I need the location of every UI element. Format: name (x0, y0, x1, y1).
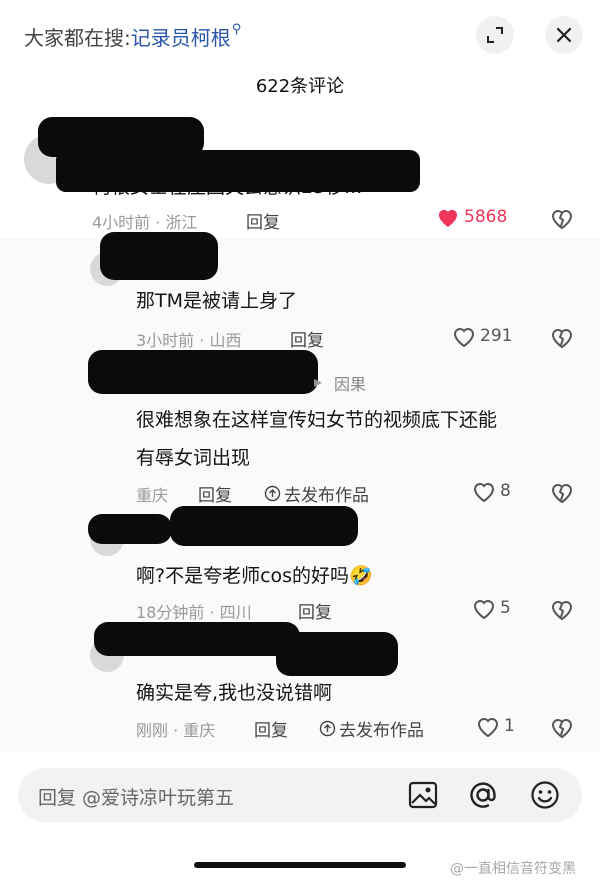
reply-section: 那TM是被请上身了 3小时前 · 山西 回复 291 ▸ 因果 很难想象在这样宣… (0, 232, 600, 752)
like-button[interactable]: 1 (476, 715, 515, 737)
reply-target[interactable]: 因果 (334, 371, 366, 395)
broken-heart-icon (551, 601, 573, 621)
like-button[interactable]: 291 (452, 325, 512, 347)
like-button[interactable]: 5 (472, 597, 511, 619)
search-keyword[interactable]: 记录员柯根 (131, 26, 231, 50)
broken-heart-icon (551, 484, 573, 504)
heart-filled-icon (439, 210, 457, 227)
redaction (88, 350, 318, 394)
heart-outline-icon (473, 483, 495, 502)
like-button[interactable]: 8 (472, 480, 511, 502)
heart-outline-icon (477, 718, 499, 737)
like-count: 5 (500, 598, 511, 618)
publish-label: 去发布作品 (339, 721, 424, 741)
fullscreen-icon (487, 27, 503, 43)
reply-button[interactable]: 回复 (298, 598, 332, 623)
comment-meta: 18分钟前 · 四川 (136, 603, 252, 622)
image-icon (408, 781, 438, 809)
redaction (88, 514, 172, 544)
search-prefix: 大家都在搜: (24, 26, 131, 50)
like-count: 1 (504, 716, 515, 736)
comment-count: 622条评论 (255, 76, 345, 97)
comment-text[interactable]: 那TM是被请上身了 (136, 286, 297, 313)
top-bar: 大家都在搜:记录员柯根⚲ (0, 0, 600, 70)
emoji-button[interactable] (528, 778, 562, 812)
like-count: 8 (500, 481, 511, 501)
watermark: @一直相信音符变黑 (450, 861, 576, 877)
reply-button[interactable]: 回复 (254, 716, 288, 741)
broken-heart-icon (551, 719, 573, 739)
dislike-button[interactable] (550, 326, 574, 352)
emoji-icon (531, 781, 559, 809)
comment-text[interactable]: 很难想象在这样宣传妇女节的视频底下还能 (136, 405, 497, 432)
reply-arrow: ▸ (314, 372, 323, 391)
publish-button[interactable]: 去发布作品 (264, 481, 369, 506)
heart-outline-icon (453, 328, 475, 347)
reply-button[interactable]: 回复 (290, 326, 324, 351)
like-count: 291 (480, 326, 513, 346)
laughing-emoji: 🤣 (349, 565, 373, 587)
comment-text-content: 啊?不是夸老师cos的好吗 (136, 565, 350, 587)
close-button[interactable] (545, 16, 583, 54)
redaction (56, 150, 420, 192)
broken-heart-icon (551, 210, 573, 230)
heart-outline-icon (473, 600, 495, 619)
close-icon (556, 27, 572, 43)
reply-input[interactable]: 回复 @爱诗凉叶玩第五 (38, 783, 234, 810)
publish-label: 去发布作品 (284, 486, 369, 506)
upload-icon (264, 485, 281, 502)
dislike-button[interactable] (550, 481, 574, 507)
at-icon (470, 782, 496, 808)
image-button[interactable] (406, 778, 440, 812)
like-count: 5868 (464, 207, 508, 227)
comment-text[interactable]: 有辱女词出现 (136, 443, 250, 470)
comment-meta: 刚刚 · 重庆 (136, 721, 216, 740)
reply-button[interactable]: 回复 (198, 481, 232, 506)
broken-heart-icon (551, 329, 573, 349)
dislike-button[interactable] (550, 716, 574, 742)
redaction (276, 632, 398, 676)
dislike-button[interactable] (550, 598, 574, 624)
dislike-button[interactable] (550, 207, 574, 233)
upload-icon (319, 720, 336, 737)
mention-button[interactable] (466, 778, 500, 812)
like-button[interactable]: 5868 (436, 206, 507, 228)
fullscreen-button[interactable] (476, 16, 514, 54)
comment-meta: 3小时前 · 山西 (136, 331, 242, 350)
reply-input-bar[interactable]: 回复 @爱诗凉叶玩第五 (18, 768, 582, 822)
comment-meta: 重庆 (136, 486, 169, 505)
home-indicator[interactable] (194, 862, 406, 868)
publish-button[interactable]: 去发布作品 (319, 716, 424, 741)
redaction (170, 506, 358, 546)
reply-button[interactable]: 回复 (246, 208, 280, 233)
redaction (94, 622, 300, 656)
comment-text[interactable]: 啊?不是夸老师cos的好吗🤣 (136, 561, 373, 588)
search-icon: ⚲ (231, 22, 242, 37)
search-suggestion[interactable]: 大家都在搜:记录员柯根⚲ (24, 22, 241, 51)
comment-text[interactable]: 确实是夸,我也没说错啊 (136, 678, 332, 705)
comment-meta: 4小时前 · 浙江 (92, 213, 198, 232)
redaction (100, 232, 218, 280)
